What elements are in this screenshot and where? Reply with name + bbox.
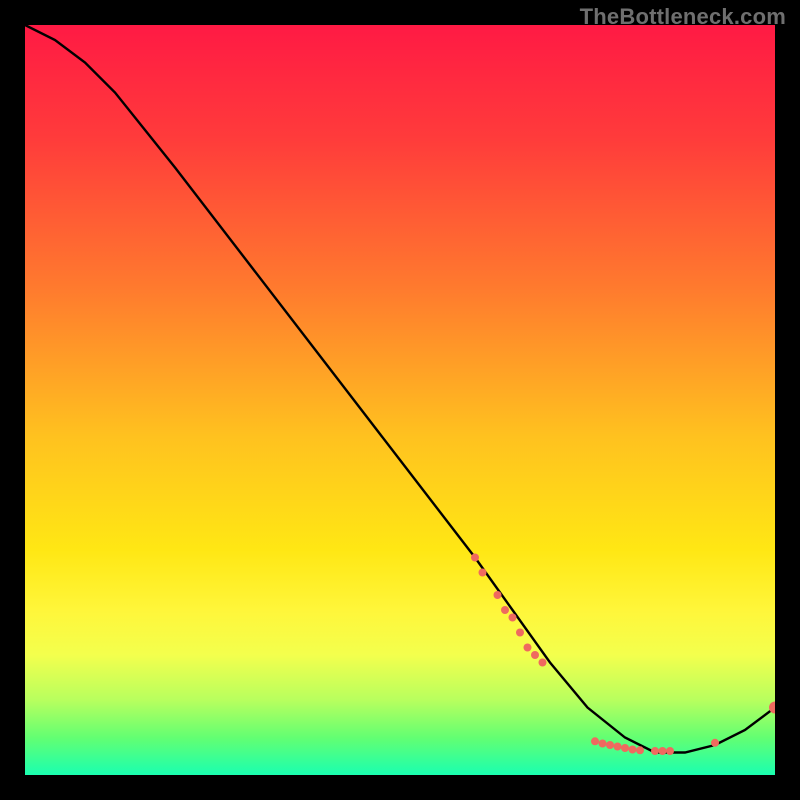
data-marker <box>471 554 479 562</box>
data-marker <box>501 606 509 614</box>
data-marker <box>494 591 502 599</box>
chart-frame: TheBottleneck.com <box>0 0 800 800</box>
data-marker <box>599 740 607 748</box>
data-marker <box>539 659 547 667</box>
data-marker <box>666 747 674 755</box>
data-marker <box>621 744 629 752</box>
data-marker <box>711 739 719 747</box>
data-marker <box>636 746 644 754</box>
data-marker <box>591 737 599 745</box>
data-marker <box>524 644 532 652</box>
data-marker <box>509 614 517 622</box>
data-marker <box>479 569 487 577</box>
data-marker <box>629 746 637 754</box>
data-marker <box>531 651 539 659</box>
plot-area <box>25 25 775 775</box>
chart-background <box>25 25 775 775</box>
chart-svg <box>25 25 775 775</box>
data-marker <box>516 629 524 637</box>
data-marker <box>606 741 614 749</box>
data-marker <box>651 747 659 755</box>
data-marker <box>614 743 622 751</box>
data-marker <box>659 747 667 755</box>
